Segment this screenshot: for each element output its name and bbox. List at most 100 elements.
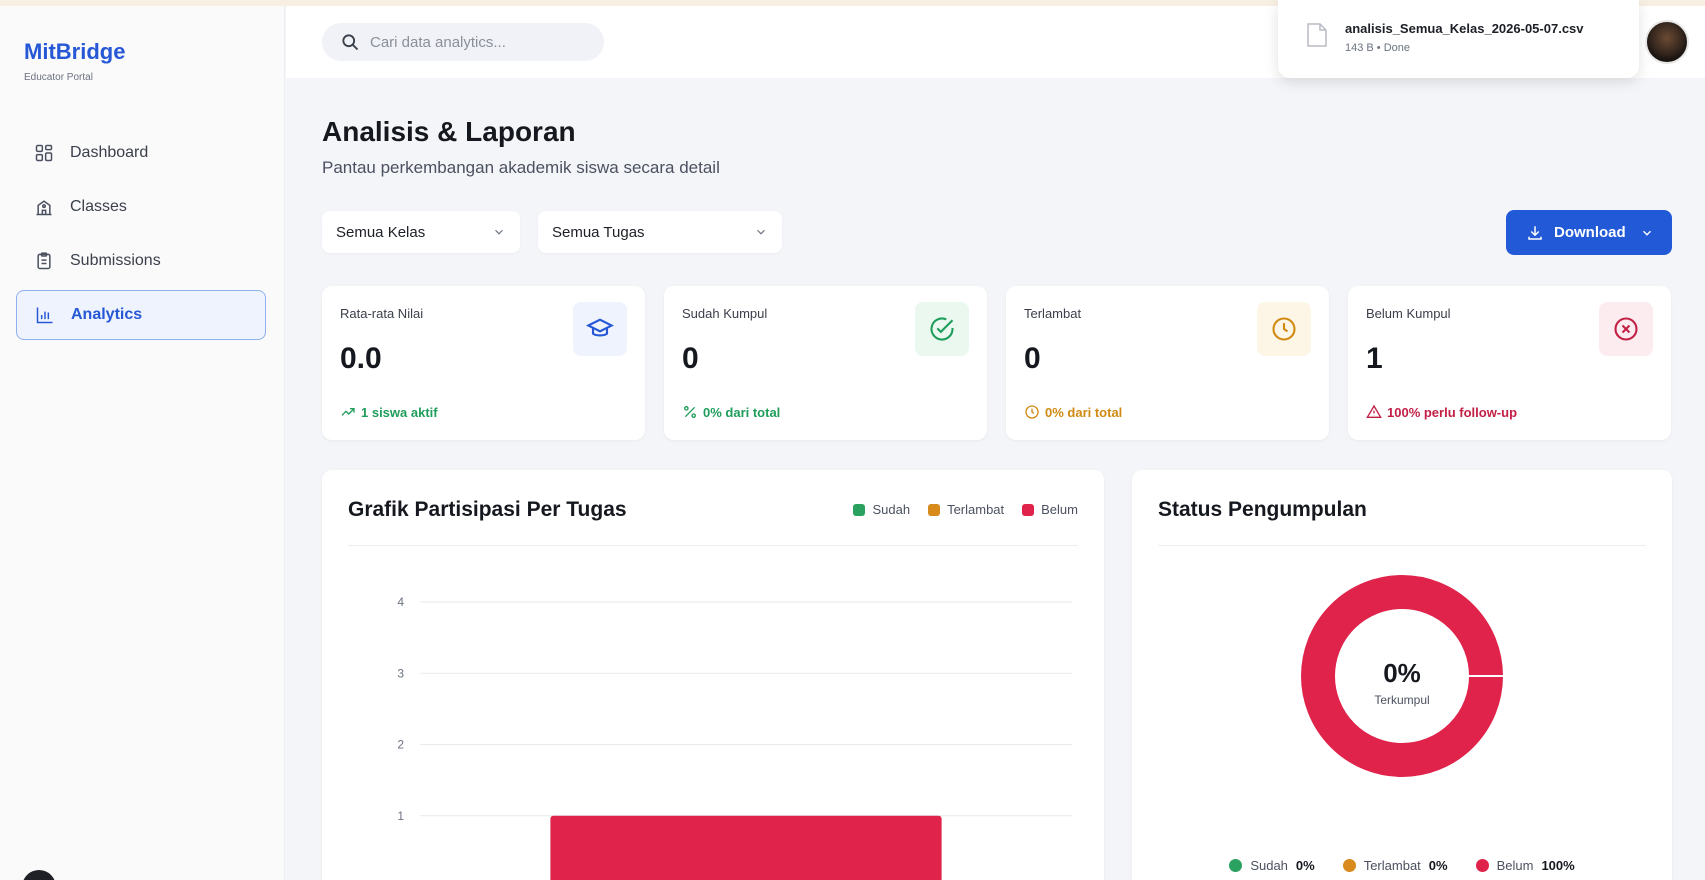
search-icon [342,34,359,51]
stat-value: 0.0 [340,342,382,375]
sidebar-item-label: Classes [70,198,127,215]
legend-item-belum[interactable]: Belum [1022,502,1078,517]
participation-chart-panel: Grafik Partisipasi Per Tugas Sudah Terla… [322,470,1104,880]
page-subtitle: Pantau perkembangan akademik siswa secar… [322,158,720,177]
legend-label: Sudah [872,502,911,517]
y-tick-label: 3 [397,666,404,680]
stat-card-late: Terlambat 0 0% dari total [1006,286,1329,440]
legend-swatch [1022,503,1035,516]
page-title: Analisis & Laporan [322,116,576,147]
donut-legend-belum[interactable]: Belum 100% [1475,858,1575,873]
class-select[interactable]: Semua Kelas [322,211,520,253]
stat-label: Belum Kumpul [1366,306,1451,321]
legend-label: Terlambat [947,502,1005,517]
legend-swatch [928,503,941,516]
stat-card-submitted: Sudah Kumpul 0 0% dari total [664,286,987,440]
brand-subtitle: Educator Portal [24,72,93,83]
school-icon [36,200,52,216]
sidebar: MitBridge Educator Portal Dashboard Clas… [0,6,285,880]
clipboard-icon [37,252,51,270]
legend-item-terlambat[interactable]: Terlambat [928,502,1004,517]
download-file-meta: 143 B • Done [1345,42,1411,54]
stat-card-average: Rata-rata Nilai 0.0 1 siswa aktif [322,286,645,440]
brand-name[interactable]: MitBridge [24,39,125,65]
sidebar-item-dashboard[interactable]: Dashboard [16,128,266,178]
clock-icon [1025,405,1039,419]
sidebar-item-classes[interactable]: Classes [16,182,266,232]
sidebar-item-label: Analytics [71,306,143,323]
sidebar-item-label: Submissions [70,252,161,269]
stat-footer: 1 siswa aktif [340,404,438,420]
chevron-down-icon [1642,230,1651,236]
download-notification[interactable]: analisis_Semua_Kelas_2026-05-07.csv 143 … [1278,0,1639,78]
download-button[interactable]: Download [1506,210,1672,255]
download-button-label: Download [1554,224,1626,241]
legend-label: Belum [1041,502,1078,517]
chart-title: Grafik Partisipasi Per Tugas [348,498,627,521]
percent-icon [684,406,696,418]
legend-swatch [853,503,866,516]
stat-value: 1 [1366,342,1383,375]
panel-divider [348,545,1078,546]
alert-triangle-icon [1366,404,1382,418]
legend-dot [1475,859,1489,872]
download-file-name[interactable]: analisis_Semua_Kelas_2026-05-07.csv [1345,21,1584,36]
donut-center-value: 0% [1383,658,1421,688]
legend-value: 0% [1295,858,1315,873]
donut-center-label: Terkumpul [1374,693,1429,707]
task-select-value: Semua Tugas [552,223,645,241]
legend-dot [1342,859,1356,872]
sidebar-item-submissions[interactable]: Submissions [16,236,266,286]
status-donut-chart: 0% Terkumpul [1301,575,1503,777]
stat-footer-text: 100% perlu follow-up [1387,404,1518,420]
trending-up-icon [341,408,355,416]
stat-footer: 0% dari total [682,404,780,420]
class-select-value: Semua Kelas [336,223,426,241]
legend-label: Terlambat [1363,858,1421,873]
stat-footer-text: 0% dari total [703,404,781,420]
chevron-down-icon [757,229,765,235]
task-select[interactable]: Semua Tugas [538,211,782,253]
sidebar-item-label: Dashboard [70,144,149,161]
stat-footer-text: 0% dari total [1045,404,1123,420]
chevron-down-icon [495,229,503,235]
sidebar-item-analytics[interactable]: Analytics [16,290,266,340]
clock-icon [1257,302,1311,356]
stat-card-missing: Belum Kumpul 1 100% perlu follow-up [1348,286,1671,440]
stat-label: Rata-rata Nilai [340,306,424,321]
donut-legend-sudah[interactable]: Sudah 0% [1229,858,1315,873]
check-circle-icon [915,302,969,356]
file-icon [1307,23,1327,47]
participation-bar-chart: 01234Tugas Aljabar Mate... [397,595,1072,880]
donut-legend-terlambat[interactable]: Terlambat 0% [1342,858,1448,873]
stat-footer: 0% dari total [1024,404,1122,420]
donut-legend: Sudah 0% Terlambat 0% Belum 100% [1132,858,1672,873]
status-chart-panel: Status Pengumpulan 0% Terkumpul Sudah 0% … [1132,470,1672,880]
graduation-cap-icon [573,302,627,356]
stat-value: 0 [682,342,699,375]
bar-chart-icon [36,307,53,324]
avatar[interactable] [1645,20,1689,64]
download-icon [1528,225,1542,240]
stat-label: Sudah Kumpul [682,306,768,321]
y-tick-label: 2 [397,738,404,752]
stat-value: 0 [1024,342,1041,375]
panel-divider [1158,545,1646,546]
stat-label: Terlambat [1024,306,1082,321]
search-bar[interactable] [322,23,604,61]
legend-item-sudah[interactable]: Sudah [853,502,910,517]
chart-legend: Sudah Terlambat Belum [835,502,1078,517]
legend-label: Sudah [1250,858,1288,873]
legend-value: 0% [1428,858,1448,873]
search-input[interactable] [370,33,590,51]
legend-label: Belum [1496,858,1534,873]
help-button[interactable] [22,870,56,880]
x-circle-icon [1599,302,1653,356]
y-tick-label: 4 [397,595,404,609]
chart-title: Status Pengumpulan [1158,498,1367,521]
grid-icon [35,144,53,162]
bar-belum[interactable] [550,815,942,880]
y-tick-label: 1 [397,809,404,823]
stat-footer: 100% perlu follow-up [1366,404,1517,420]
stat-footer-text: 1 siswa aktif [361,404,438,420]
